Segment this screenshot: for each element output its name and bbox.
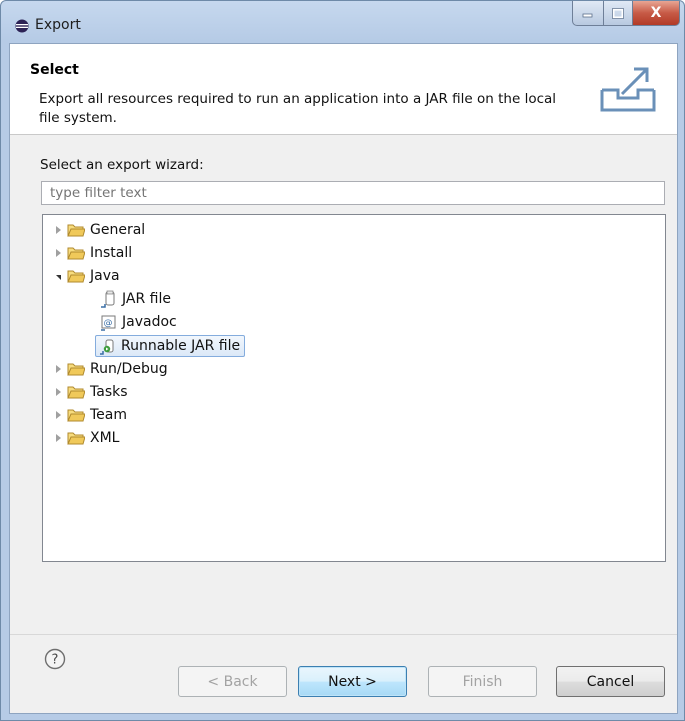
filter-input[interactable] (41, 181, 665, 205)
tree-item-general[interactable]: General (51, 219, 145, 241)
folder-open-icon (67, 270, 85, 283)
export-dialog: Export X Select Export all resources req… (0, 0, 685, 721)
help-icon[interactable]: ? (44, 648, 66, 670)
close-icon: X (650, 5, 662, 21)
tree-item-xml[interactable]: XML (51, 427, 119, 449)
tree-item-jar-file[interactable]: JAR file (99, 288, 171, 310)
svg-text:@: @ (104, 319, 113, 329)
folder-icon (67, 432, 85, 445)
expand-arrow-icon[interactable] (51, 408, 65, 422)
minimize-button[interactable] (572, 1, 604, 26)
tree-item-label: General (90, 222, 146, 238)
wizard-select-label: Select an export wizard: (40, 157, 204, 173)
back-button[interactable]: < Back (178, 666, 287, 697)
next-button[interactable]: Next > (298, 666, 407, 697)
tree-item-install[interactable]: Install (51, 242, 132, 264)
cancel-button[interactable]: Cancel (556, 666, 665, 697)
collapse-arrow-icon[interactable] (51, 269, 65, 283)
tree-item-label: Run/Debug (90, 361, 168, 377)
export-icon (600, 67, 656, 112)
page-description: Export all resources required to run an … (39, 91, 557, 126)
runnable-jar-icon (100, 339, 114, 355)
title-bar[interactable]: Export X (1, 1, 684, 43)
close-button[interactable]: X (633, 1, 680, 26)
minimize-icon (582, 13, 593, 18)
expand-arrow-icon[interactable] (51, 385, 65, 399)
tree-item-label: Install (90, 245, 133, 261)
window-controls: X (572, 1, 680, 27)
footer-divider (10, 634, 677, 635)
folder-icon (67, 386, 85, 399)
finish-button[interactable]: Finish (428, 666, 537, 697)
expand-arrow-icon[interactable] (51, 223, 65, 237)
tree-item-label: XML (90, 430, 120, 446)
eclipse-icon (15, 19, 29, 33)
jar-file-icon (101, 290, 115, 308)
wizard-tree[interactable]: General Install Java JAR file @ Javadoc … (42, 214, 666, 562)
tree-item-label: JAR file (122, 291, 171, 307)
folder-icon (67, 409, 85, 422)
maximize-button[interactable] (604, 1, 633, 26)
window-title: Export (35, 17, 81, 33)
folder-icon (67, 224, 85, 237)
tree-item-run-debug[interactable]: Run/Debug (51, 358, 168, 380)
tree-item-runnable-jar-file[interactable]: Runnable JAR file (95, 335, 246, 357)
maximize-icon (612, 7, 624, 19)
svg-text:?: ? (52, 653, 59, 668)
folder-icon (67, 363, 85, 376)
dialog-body: Select Export all resources required to … (9, 43, 678, 714)
tree-item-label: Runnable JAR file (121, 338, 241, 354)
folder-icon (67, 247, 85, 260)
expand-arrow-icon[interactable] (51, 246, 65, 260)
tree-item-tasks[interactable]: Tasks (51, 381, 128, 403)
tree-item-java[interactable]: Java (51, 265, 120, 287)
tree-item-label: Tasks (90, 384, 128, 400)
tree-item-label: Java (90, 268, 120, 284)
page-title: Select (30, 62, 79, 78)
tree-item-label: Team (90, 407, 128, 423)
tree-item-team[interactable]: Team (51, 404, 127, 426)
tree-item-label: Javadoc (122, 314, 177, 330)
tree-item-javadoc[interactable]: @ Javadoc (99, 311, 177, 333)
wizard-header: Select Export all resources required to … (10, 44, 677, 135)
javadoc-icon: @ (101, 315, 116, 331)
expand-arrow-icon[interactable] (51, 431, 65, 445)
expand-arrow-icon[interactable] (51, 362, 65, 376)
